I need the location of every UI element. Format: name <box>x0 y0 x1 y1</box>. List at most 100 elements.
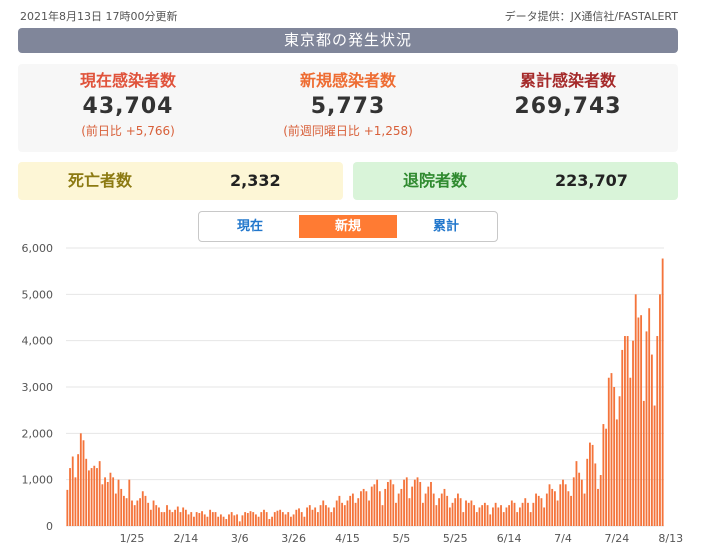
stat-total-value: 269,743 <box>514 94 622 119</box>
stat-total-label: 累計感染者数 <box>519 71 616 90</box>
bar <box>478 507 481 526</box>
bar <box>435 505 438 526</box>
x-tick-label: 7/4 <box>554 532 572 545</box>
bar <box>467 502 470 526</box>
bar <box>276 510 279 526</box>
bar <box>527 502 529 526</box>
bar <box>187 514 190 526</box>
bar <box>642 400 645 526</box>
new-cases-bar-chart: 0 1,000 2,000 3,000 4,000 5,000 6,000 1/25 2/14 3… <box>22 242 684 545</box>
bar <box>518 507 521 526</box>
bar <box>268 519 271 526</box>
bar <box>575 461 578 526</box>
chart-mode-tabs: 現在 新規 累計 <box>198 211 498 242</box>
bar <box>448 507 451 526</box>
bar <box>443 488 446 526</box>
bar <box>548 484 551 526</box>
bar <box>397 493 400 526</box>
bar <box>122 495 125 526</box>
bar <box>308 505 311 526</box>
bar <box>265 512 268 526</box>
bar <box>217 516 220 526</box>
bar <box>634 294 637 526</box>
bar <box>653 405 656 526</box>
tab-current[interactable]: 現在 <box>201 215 299 238</box>
bar <box>246 513 249 526</box>
bar <box>505 507 508 526</box>
bar <box>543 507 546 526</box>
recovered-box: 退院者数 223,707 <box>353 162 678 200</box>
x-tick-label: 8/13 <box>658 532 683 545</box>
bar <box>314 507 317 526</box>
bar <box>602 424 605 526</box>
bar <box>254 514 257 526</box>
bar <box>141 491 144 526</box>
bar <box>386 481 389 526</box>
bar <box>136 500 139 526</box>
bar <box>661 258 664 526</box>
tab-total[interactable]: 累計 <box>397 215 495 238</box>
bar <box>190 512 193 526</box>
bar <box>152 500 155 526</box>
bar <box>416 477 419 526</box>
bar <box>96 468 98 526</box>
bar <box>341 502 344 526</box>
bar <box>349 495 352 526</box>
bar <box>298 508 300 526</box>
bar <box>580 479 583 526</box>
bar <box>117 479 120 526</box>
tab-new[interactable]: 新規 <box>299 215 397 238</box>
bar <box>211 512 214 526</box>
x-tick-label: 4/15 <box>335 532 360 545</box>
bar <box>481 505 484 526</box>
bar <box>322 500 325 526</box>
bar <box>578 472 581 526</box>
bar <box>206 516 209 526</box>
bar <box>120 488 123 526</box>
bar <box>586 458 589 526</box>
bar <box>419 481 422 526</box>
bar <box>90 468 93 526</box>
bar <box>605 428 608 526</box>
bar <box>109 472 112 526</box>
bar <box>195 512 198 526</box>
bar <box>133 505 136 526</box>
bar <box>473 505 476 526</box>
stat-current: 現在感染者数 43,704 (前日比 +5,766) <box>18 70 238 140</box>
bar <box>125 498 128 526</box>
bar <box>260 512 263 526</box>
recovered-label: 退院者数 <box>403 171 468 190</box>
stat-total: 累計感染者数 269,743 <box>458 70 678 122</box>
bar <box>155 505 158 526</box>
bar <box>85 458 88 526</box>
bar <box>354 502 357 526</box>
bar <box>599 475 602 526</box>
bar <box>556 500 559 526</box>
bar <box>427 486 430 526</box>
bar <box>413 479 416 526</box>
bar <box>589 442 591 526</box>
bar <box>562 479 564 526</box>
bar <box>645 331 648 526</box>
bar <box>147 502 150 526</box>
x-tick-label: 2/14 <box>174 532 199 545</box>
bar <box>470 500 473 526</box>
y-tick-label: 0 <box>46 520 53 533</box>
bar <box>529 512 532 526</box>
stat-current-label: 現在感染者数 <box>79 71 176 90</box>
x-tick-label: 1/25 <box>120 532 145 545</box>
top-info-line: 2021年8月13日 17時00分更新 データ提供：JX通信社/FASTALER… <box>20 8 678 24</box>
bar <box>368 500 370 526</box>
stat-new-value: 5,773 <box>310 94 386 119</box>
bar <box>139 498 141 526</box>
data-source: データ提供：JX通信社/FASTALERT <box>504 10 678 23</box>
bar <box>351 493 354 526</box>
bar <box>338 495 341 526</box>
bar <box>79 433 82 526</box>
bar <box>176 506 179 526</box>
bar <box>174 509 177 526</box>
bar <box>597 488 599 526</box>
bar <box>656 336 659 526</box>
bar <box>69 468 71 526</box>
bar <box>403 479 405 526</box>
